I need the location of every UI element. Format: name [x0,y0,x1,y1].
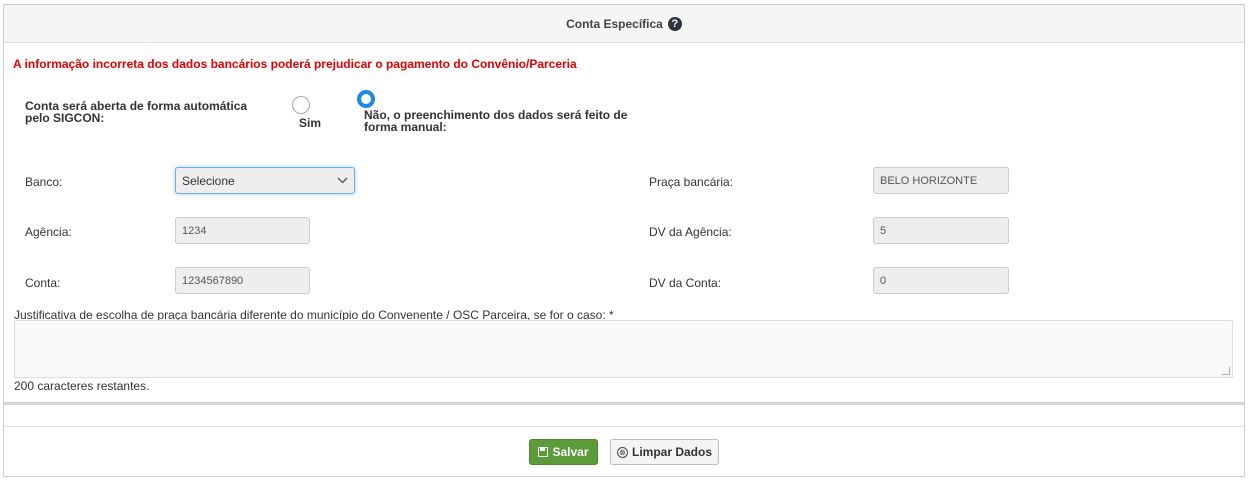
automatic-account-question: Conta será aberta de forma automática pe… [25,99,248,125]
chevron-down-icon [337,175,348,187]
save-icon [538,447,549,457]
radio-nao-label[interactable]: Não, o preenchimento dos dados será feit… [364,109,664,133]
characters-remaining: 200 caracteres restantes. [14,379,150,393]
praca-bancaria-label: Praça bancária: [649,175,734,189]
conta-field[interactable]: 1234567890 [175,267,310,294]
praca-bancaria-field[interactable]: BELO HORIZONTE [873,167,1009,194]
banco-select-value: Selecione [182,173,235,188]
banco-select[interactable]: Selecione [175,167,355,194]
clear-data-button[interactable]: ⊗ Limpar Dados [610,439,719,465]
dv-agencia-field[interactable]: 5 [873,217,1009,244]
justification-textarea[interactable] [14,320,1233,378]
save-button[interactable]: Salvar [529,439,598,465]
save-button-label: Salvar [552,445,589,459]
banco-label: Banco: [25,175,63,189]
panel-title: Conta Específica [566,16,663,31]
resize-handle-icon[interactable] [1222,367,1230,375]
dv-conta-label: DV da Conta: [649,276,722,290]
footer-divider [4,426,1244,427]
radio-sim[interactable] [292,96,310,114]
radio-nao[interactable] [357,90,375,108]
help-icon[interactable]: ? [667,16,682,31]
radio-sim-label[interactable]: Sim [299,117,321,129]
clear-button-label: Limpar Dados [631,445,712,459]
form-footer: Salvar ⊗ Limpar Dados [3,403,1245,477]
agencia-label: Agência: [25,225,72,239]
panel-header: Conta Específica ? [4,5,1244,43]
conta-label: Conta: [25,276,61,290]
agencia-field[interactable]: 1234 [175,217,310,244]
dv-agencia-label: DV da Agência: [649,225,732,239]
dv-conta-field[interactable]: 0 [873,267,1009,294]
bank-account-panel: Conta Específica ? A informação incorret… [3,4,1245,403]
close-circle-icon: ⊗ [616,446,628,458]
warning-message: A informação incorreta dos dados bancári… [13,57,577,71]
